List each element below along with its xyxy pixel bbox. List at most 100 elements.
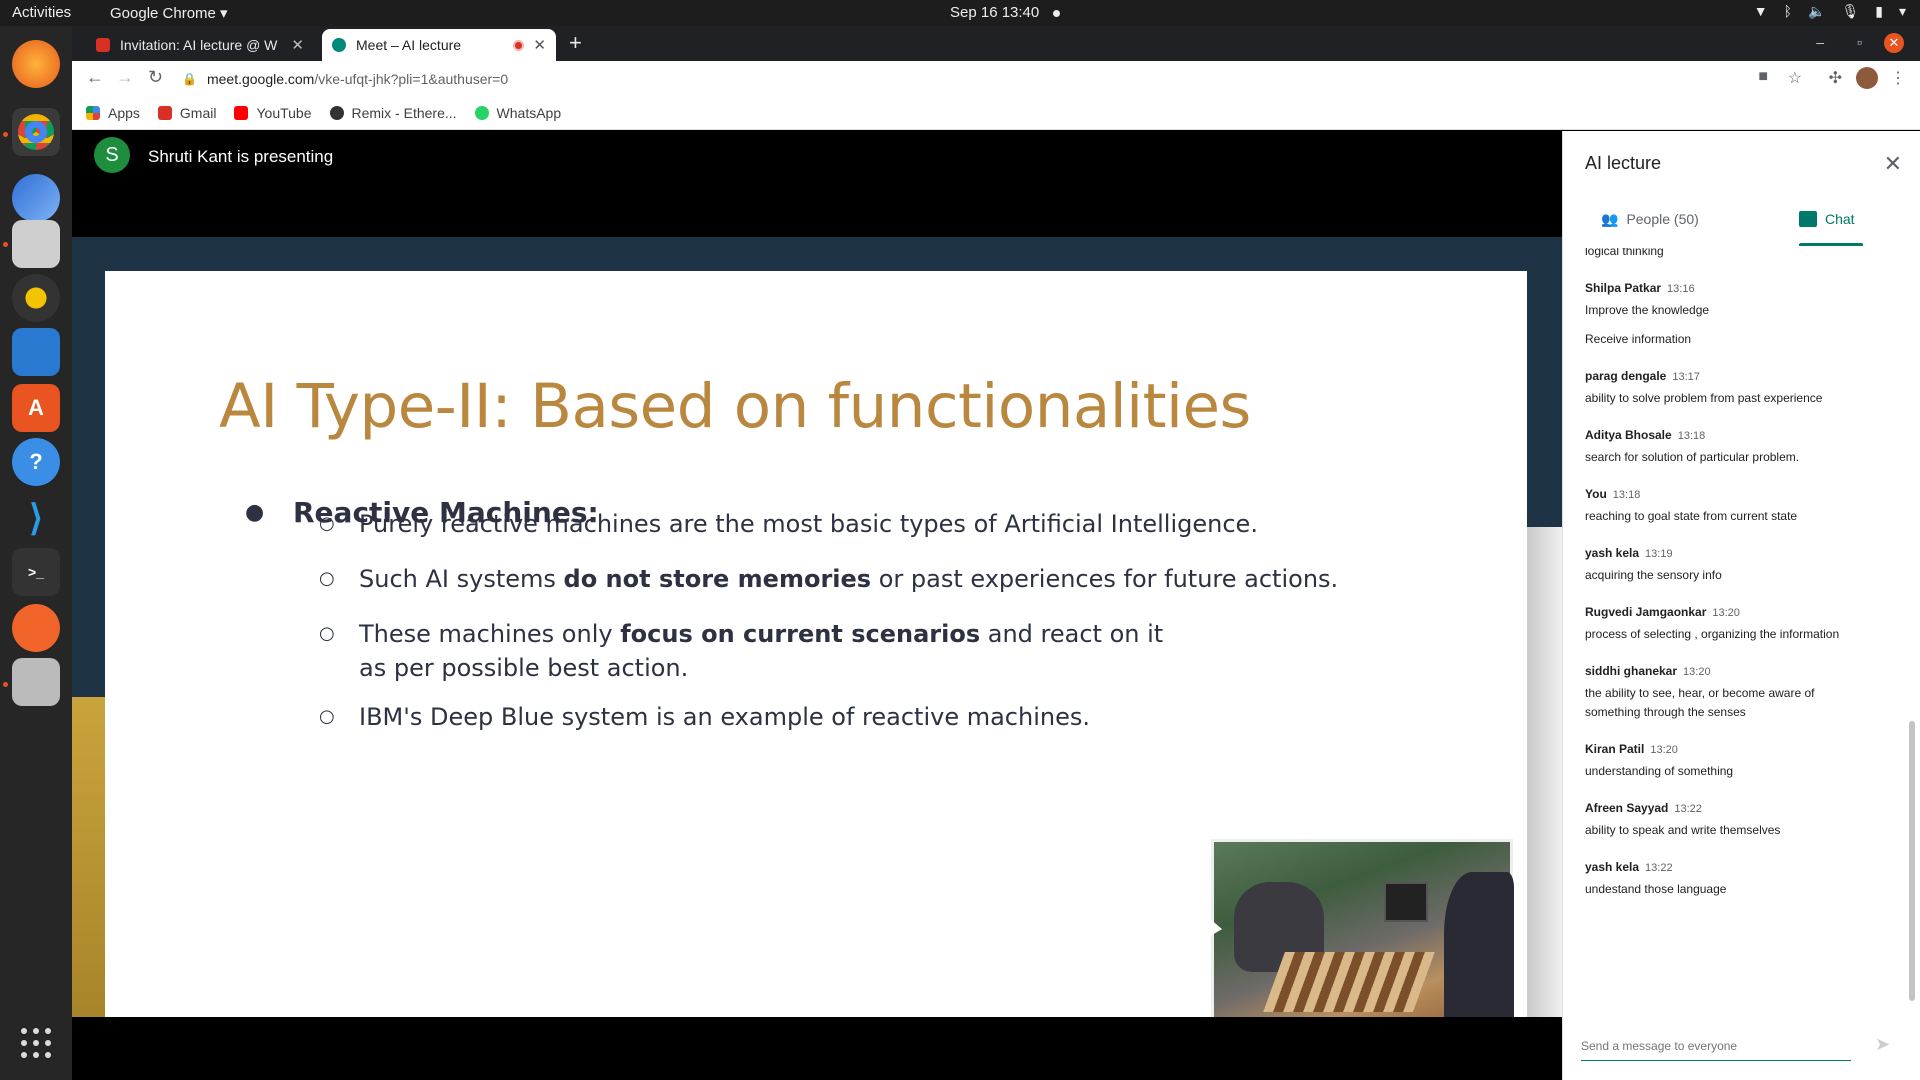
files-icon[interactable] (12, 220, 60, 268)
bookmark-label: Remix - Ethere... (351, 104, 457, 121)
bookmark-remix[interactable]: Remix - Ethere... (329, 104, 457, 121)
message-text: reaching to goal state from current stat… (1585, 509, 1798, 523)
message-text: ability to speak and write themselves (1585, 823, 1781, 837)
circle-bullet-icon: ○ (319, 623, 335, 644)
system-top-bar: Activities Google Chrome ▾ Sep 16 13:40 … (0, 0, 1920, 26)
lock-icon: 🔒 (182, 71, 197, 86)
bookmark-apps[interactable]: Apps (86, 105, 140, 121)
apps-grid-icon (86, 105, 100, 120)
bookmark-label: YouTube (256, 104, 312, 121)
message-text: Improve the knowledge (1585, 303, 1710, 317)
presenter-avatar: S (94, 137, 130, 173)
close-tab-icon[interactable]: ✕ (533, 36, 546, 54)
tab-title: Invitation: AI lecture @ W (120, 37, 278, 53)
whatsapp-icon (474, 105, 489, 120)
active-tab-indicator (1799, 243, 1863, 246)
tab-meet[interactable]: Meet – AI lecture ✕ (322, 29, 556, 61)
running-indicator-icon (3, 242, 8, 247)
message-author: siddhi ghanekar 13:20 (1585, 664, 1711, 678)
bookmark-label: Apps (108, 104, 140, 121)
chat-message: yash kela 13:19 acquiring the sensory inf… (1585, 546, 1895, 585)
message-text: ability to solve problem from past exper… (1585, 391, 1823, 405)
extensions-icon[interactable]: ✣ (1829, 68, 1842, 88)
rhythmbox-icon[interactable] (12, 274, 60, 322)
chat-message-list[interactable]: logical thinking Shilpa Patkar 13:16 Impr… (1585, 248, 1895, 1008)
vscode-icon[interactable]: ⟩ (12, 494, 60, 542)
send-icon[interactable]: ➤ (1875, 1034, 1890, 1055)
tab-invitation[interactable]: Invitation: AI lecture @ W ✕ (86, 29, 314, 61)
message-author: parag dengale 13:17 (1585, 369, 1700, 383)
thunderbird-icon[interactable] (12, 174, 60, 222)
forward-icon[interactable]: → (116, 67, 134, 88)
writer-icon[interactable] (12, 328, 60, 376)
chat-icon (1799, 211, 1817, 227)
new-tab-button[interactable]: + (569, 30, 582, 56)
address-bar[interactable]: 🔒 meet.google.com/vke-ufqt-jhk?pli=1&aut… (182, 64, 1742, 93)
maximize-window-icon[interactable]: ▫ (1857, 34, 1862, 50)
tab-label: Chat (1825, 211, 1855, 227)
chrome-icon[interactable] (12, 108, 60, 156)
presenter-bar: S Shruti Kant is presenting (72, 131, 1562, 231)
running-indicator-icon (3, 132, 8, 137)
postman-icon[interactable] (12, 604, 60, 652)
stage-bottom (72, 1029, 1562, 1080)
chrome-menu-icon[interactable]: ⋮ (1890, 68, 1906, 88)
bookmark-star-icon[interactable]: ☆ (1788, 68, 1802, 88)
url-path: /vke-ufqt-jhk?pli=1&authuser=0 (314, 70, 509, 87)
tab-chat[interactable]: Chat (1799, 199, 1855, 239)
slide-bullet: ○ IBM's Deep Blue system is an example o… (319, 700, 1419, 734)
bookmark-label: Gmail (179, 104, 217, 121)
magnifier-icon[interactable] (12, 658, 60, 706)
chat-scrollbar[interactable] (1909, 721, 1915, 1001)
activities-button[interactable]: Activities (12, 4, 71, 21)
help-icon[interactable]: ? (12, 438, 60, 486)
message-author: Kiran Patil 13:20 (1585, 742, 1678, 756)
system-clock[interactable]: Sep 16 13:40 (950, 4, 1061, 21)
bookmark-youtube[interactable]: YouTube (234, 104, 312, 121)
chat-message: Shilpa Patkar 13:16 Improve the knowledge… (1585, 281, 1895, 349)
close-panel-icon[interactable]: ✕ (1884, 151, 1902, 177)
show-applications-icon[interactable] (21, 1028, 51, 1058)
chat-message: parag dengale 13:17 ability to solve prob… (1585, 369, 1895, 408)
message-text: process of selecting , organizing the in… (1585, 627, 1840, 641)
message-text: Receive information (1585, 332, 1692, 346)
bookmark-whatsapp[interactable]: WhatsApp (474, 105, 561, 121)
reload-icon[interactable]: ↻ (148, 67, 163, 88)
bookmark-gmail[interactable]: Gmail (157, 104, 217, 121)
message-author: Aditya Bhosale 13:18 (1585, 428, 1706, 442)
photo-monitor (1384, 882, 1428, 922)
minimize-window-icon[interactable]: – (1816, 34, 1824, 50)
profile-avatar[interactable] (1856, 67, 1878, 89)
application-dock: A ? ⟩ >_ (0, 26, 72, 1080)
software-center-icon[interactable]: A (12, 384, 60, 432)
firefox-icon[interactable] (12, 40, 60, 88)
system-tray[interactable]: ▼ ᛒ 🔈 🎙 ▮ ▾ (1754, 3, 1906, 20)
tab-people[interactable]: 👥 People (50) (1601, 199, 1699, 239)
tab-label: People (50) (1626, 211, 1699, 227)
meet-stage: S Shruti Kant is presenting AI Type-II: … (72, 131, 1562, 1080)
back-icon[interactable]: ← (86, 67, 104, 88)
message-author: Shilpa Patkar 13:16 (1585, 281, 1695, 295)
close-tab-icon[interactable]: ✕ (291, 36, 304, 54)
presentation-frame[interactable]: AI Type-II: Based on functionalities ● R… (72, 237, 1562, 1017)
recording-indicator-icon (513, 40, 524, 51)
app-menu[interactable]: Google Chrome ▾ (110, 4, 228, 22)
clock-text: Sep 16 13:40 (950, 4, 1040, 21)
volume-icon: 🔈 (1808, 3, 1826, 19)
terminal-icon[interactable]: >_ (12, 548, 60, 596)
message-author: yash kela 13:22 (1585, 860, 1673, 874)
message-text: search for solution of particular proble… (1585, 450, 1800, 464)
message-text: acquiring the sensory info (1585, 568, 1722, 582)
slide-bullet-text: Such AI systems do not store memories or… (359, 565, 1339, 593)
notification-dot-icon (1053, 9, 1061, 17)
chat-message-input[interactable] (1581, 1031, 1851, 1061)
tab-title: Meet – AI lecture (356, 37, 462, 53)
message-author: Afreen Sayyad 13:22 (1585, 801, 1702, 815)
presentation-slide: AI Type-II: Based on functionalities ● R… (105, 271, 1527, 1017)
browser-tab-strip: Invitation: AI lecture @ W ✕ Meet – AI l… (72, 26, 1920, 61)
camera-permission-icon[interactable]: ■ (1758, 68, 1768, 86)
battery-icon: ▮ (1875, 3, 1883, 19)
close-window-icon[interactable]: ✕ (1884, 33, 1904, 53)
people-icon: 👥 (1601, 210, 1619, 227)
message-author: Rugvedi Jamgaonkar 13:20 (1585, 605, 1740, 619)
